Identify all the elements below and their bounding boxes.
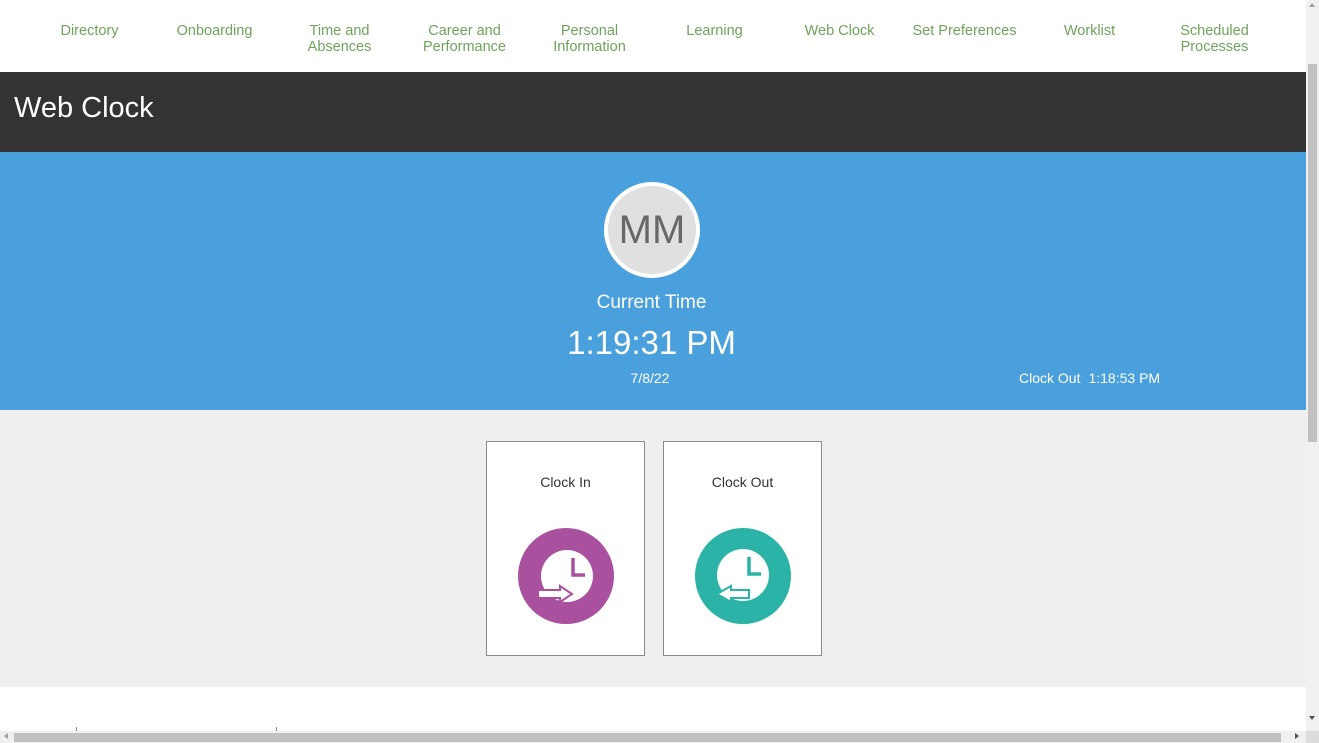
nav-label: Directory xyxy=(60,23,119,39)
nav-label: Scheduled Processes xyxy=(1180,23,1249,55)
horizontal-scroll-thumb[interactable] xyxy=(14,733,1281,742)
nav-label: Onboarding xyxy=(176,23,253,39)
clock-in-icon xyxy=(518,528,614,624)
last-event-time: 1:18:53 PM xyxy=(1088,370,1161,386)
scroll-left-arrow-icon[interactable] xyxy=(4,733,8,739)
nav-label: Worklist xyxy=(1063,23,1116,39)
page-title: Web Clock xyxy=(14,92,154,124)
nav-label: Personal Information xyxy=(553,23,626,55)
nav-item-directory[interactable]: Directory xyxy=(27,0,152,72)
nav-item-set-preferences[interactable]: Set Preferences xyxy=(902,0,1027,72)
nav-item-learning[interactable]: Learning xyxy=(652,0,777,72)
horizontal-scrollbar[interactable] xyxy=(0,731,1306,743)
learning-icon xyxy=(702,0,728,4)
clock-banner: MM Current Time 1:19:31 PM 7/8/22 Clock … xyxy=(0,152,1306,410)
time-absences-icon xyxy=(327,0,353,4)
nav-item-onboarding[interactable]: Onboarding xyxy=(152,0,277,72)
scroll-down-arrow-icon[interactable] xyxy=(1309,716,1315,720)
nav-item-web-clock[interactable]: Web Clock xyxy=(777,0,902,72)
directory-icon xyxy=(77,0,103,4)
clock-in-button[interactable]: Clock In xyxy=(486,441,645,656)
scheduled-processes-icon xyxy=(1202,0,1228,4)
scroll-right-arrow-icon[interactable] xyxy=(1295,733,1299,739)
current-time: 1:19:31 PM xyxy=(567,324,736,361)
current-time-label: Current Time xyxy=(596,292,707,313)
web-clock-icon xyxy=(827,0,853,4)
title-bar: Web Clock xyxy=(0,72,1306,152)
last-clock-event: Clock Out 1:18:53 PM xyxy=(1019,370,1160,386)
nav-label: Set Preferences xyxy=(912,23,1017,39)
onboarding-icon xyxy=(202,0,228,4)
clock-out-button[interactable]: Clock Out xyxy=(663,441,822,656)
last-event-label: Clock Out xyxy=(1019,370,1081,386)
career-icon xyxy=(452,0,478,4)
nav-label: Career and Performance xyxy=(422,23,506,55)
worklist-icon xyxy=(1077,0,1103,4)
clock-in-label: Clock In xyxy=(540,474,591,490)
nav-item-time-and-absences[interactable]: Time and Absences xyxy=(277,0,402,72)
vertical-scrollbar[interactable] xyxy=(1306,0,1319,731)
nav-item-personal-information[interactable]: Personal Information xyxy=(527,0,652,72)
current-date: 7/8/22 xyxy=(630,370,670,386)
nav-label: Learning xyxy=(686,23,743,39)
nav-item-worklist[interactable]: Worklist xyxy=(1027,0,1152,72)
nav-item-career-and-performance[interactable]: Career and Performance xyxy=(402,0,527,72)
nav-item-scheduled-processes[interactable]: Scheduled Processes xyxy=(1152,0,1277,72)
personal-info-icon xyxy=(577,0,603,4)
clock-out-icon xyxy=(695,528,791,624)
clock-out-label: Clock Out xyxy=(711,474,774,490)
preferences-icon xyxy=(952,0,978,4)
content-footer xyxy=(0,687,1306,731)
scroll-up-arrow-icon[interactable] xyxy=(1309,3,1315,7)
top-navigation: Directory Onboarding Time and Absences C… xyxy=(0,0,1306,72)
nav-label: Web Clock xyxy=(804,23,875,39)
nav-label: Time and Absences xyxy=(307,23,372,55)
avatar[interactable]: MM xyxy=(604,182,700,278)
vertical-scroll-thumb[interactable] xyxy=(1308,64,1317,442)
scrollbar-corner xyxy=(1306,731,1319,743)
